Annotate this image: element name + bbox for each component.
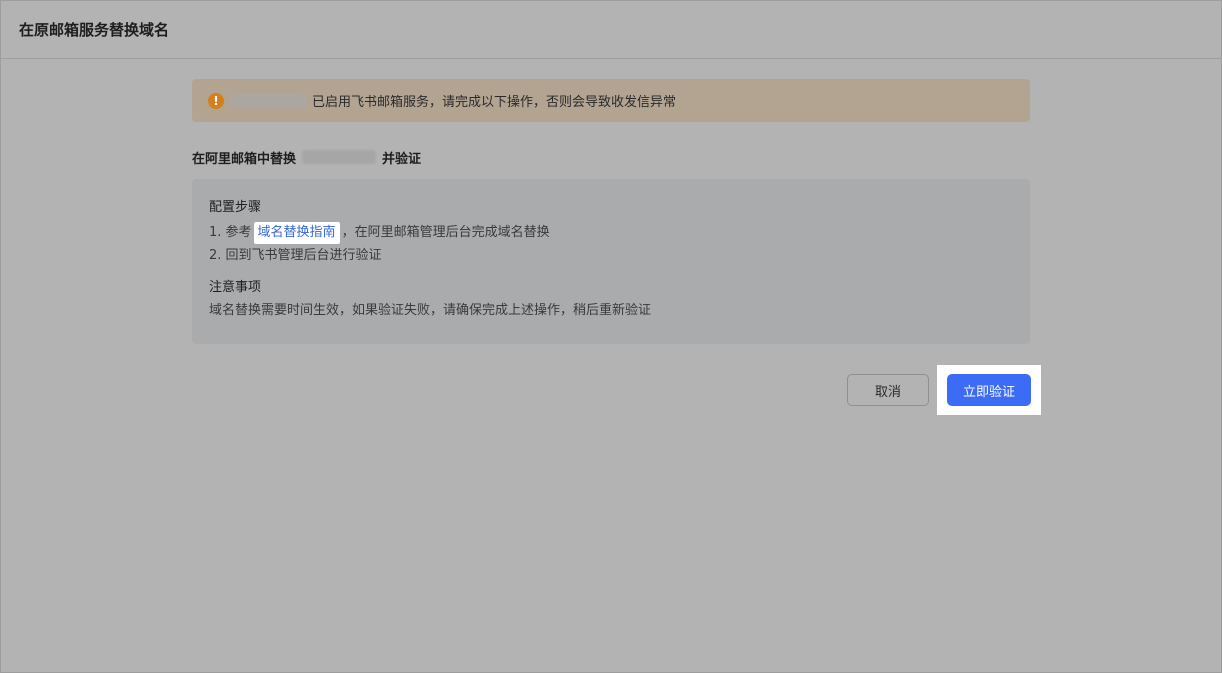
step-1-prefix: 1. 参考 — [209, 225, 252, 240]
redacted-domain — [302, 150, 377, 164]
dialog-page: 在原邮箱服务替换域名 ! 已启用飞书邮箱服务，请完成以下操作，否则会导致收发信异… — [0, 0, 1222, 673]
steps-heading: 配置步骤 — [209, 200, 262, 215]
step-1: 1. 参考 域名替换指南 ，在阿里邮箱管理后台完成域名替换 — [209, 222, 1030, 244]
page-title: 在原邮箱服务替换域名 — [19, 21, 170, 39]
section-title-prefix: 在阿里邮箱中替换 — [192, 151, 297, 167]
domain-guide-link[interactable]: 域名替换指南 — [253, 222, 340, 244]
section-title: 在阿里邮箱中替换 并验证 — [192, 147, 421, 167]
redacted-domain — [230, 93, 306, 108]
notice-text: 域名替换需要时间生效，如果验证失败，请确保完成上述操作，稍后重新验证 — [209, 303, 652, 318]
section-title-suffix: 并验证 — [382, 151, 422, 167]
banner-message: 已启用飞书邮箱服务，请完成以下操作，否则会导致收发信异常 — [312, 95, 677, 110]
step-2: 2. 回到飞书管理后台进行验证 — [209, 248, 382, 263]
header: 在原邮箱服务替换域名 — [1, 1, 1221, 59]
warning-banner: ! 已启用飞书邮箱服务，请完成以下操作，否则会导致收发信异常 — [192, 79, 1030, 122]
cancel-button[interactable]: 取消 — [847, 374, 929, 406]
warning-icon: ! — [208, 92, 224, 109]
notice-heading: 注意事项 — [209, 280, 262, 295]
steps-panel: 配置步骤 1. 参考 域名替换指南 ，在阿里邮箱管理后台完成域名替换 2. 回到… — [192, 179, 1030, 344]
verify-now-button[interactable]: 立即验证 — [947, 374, 1031, 406]
step-1-suffix: ，在阿里邮箱管理后台完成域名替换 — [341, 225, 550, 240]
